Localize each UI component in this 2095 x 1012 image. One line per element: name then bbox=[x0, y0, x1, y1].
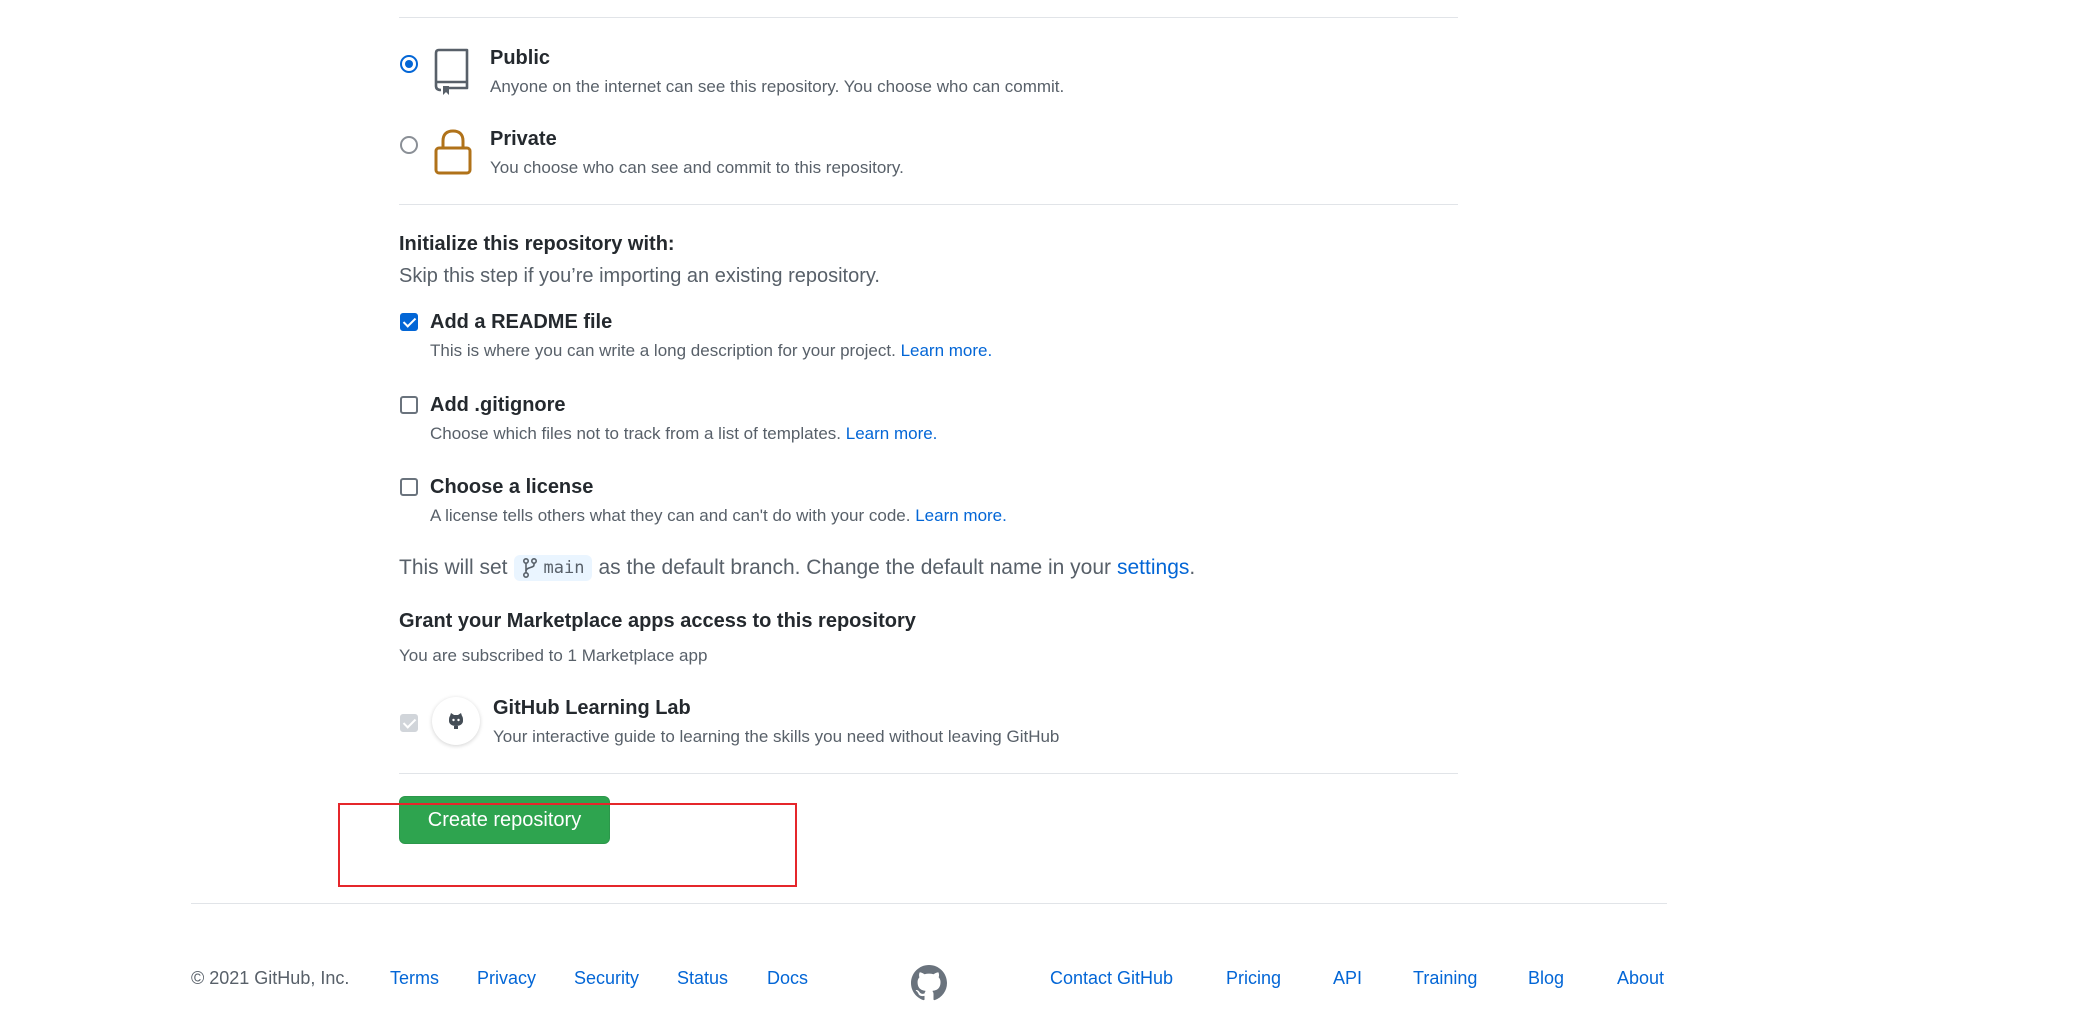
highlight-annotation bbox=[338, 803, 797, 887]
footer-link-status[interactable]: Status bbox=[677, 968, 728, 989]
branch-suffix: as the default branch. Change the defaul… bbox=[598, 556, 1111, 579]
private-title: Private bbox=[490, 128, 557, 150]
gitignore-title[interactable]: Add .gitignore bbox=[430, 394, 566, 417]
lock-icon bbox=[433, 129, 473, 175]
license-description: A license tells others what they can and… bbox=[430, 506, 1007, 526]
readme-title[interactable]: Add a README file bbox=[430, 311, 612, 334]
learning-lab-checkbox bbox=[400, 714, 418, 732]
footer-link-blog[interactable]: Blog bbox=[1528, 968, 1564, 989]
readme-description-text: This is where you can write a long descr… bbox=[430, 341, 896, 360]
learning-lab-description: Your interactive guide to learning the s… bbox=[493, 727, 1060, 746]
license-checkbox[interactable] bbox=[400, 478, 418, 496]
footer-link-terms[interactable]: Terms bbox=[390, 968, 439, 989]
footer-link-contact[interactable]: Contact GitHub bbox=[1050, 968, 1173, 989]
default-branch-note: This will set main as the default branch… bbox=[399, 555, 1195, 581]
github-logo-icon[interactable] bbox=[911, 965, 947, 1001]
gitignore-checkbox[interactable] bbox=[400, 396, 418, 414]
public-description: Anyone on the internet can see this repo… bbox=[490, 77, 1065, 96]
divider-visibility bbox=[399, 204, 1458, 205]
learning-lab-name: GitHub Learning Lab bbox=[493, 697, 691, 719]
octocat-icon bbox=[446, 711, 466, 731]
branch-badge: main bbox=[513, 555, 593, 581]
divider-actions bbox=[399, 773, 1458, 774]
private-radio[interactable] bbox=[400, 136, 418, 154]
gitignore-learn-more-link[interactable]: Learn more. bbox=[846, 424, 938, 443]
branch-prefix: This will set bbox=[399, 556, 508, 579]
marketplace-subheading: You are subscribed to 1 Marketplace app bbox=[399, 646, 708, 665]
settings-link[interactable]: settings bbox=[1117, 556, 1189, 580]
footer-link-about[interactable]: About bbox=[1617, 968, 1664, 989]
public-radio[interactable] bbox=[400, 55, 418, 73]
learning-lab-avatar bbox=[432, 697, 480, 745]
public-title: Public bbox=[490, 47, 551, 69]
git-branch-icon bbox=[522, 558, 538, 578]
footer-link-api[interactable]: API bbox=[1333, 968, 1362, 989]
footer-link-training[interactable]: Training bbox=[1413, 968, 1477, 989]
readme-description: This is where you can write a long descr… bbox=[430, 341, 992, 361]
repo-icon bbox=[433, 48, 471, 96]
footer-link-security[interactable]: Security bbox=[574, 968, 639, 989]
initialize-heading: Initialize this repository with: bbox=[399, 233, 675, 255]
private-description: You choose who can see and commit to thi… bbox=[490, 158, 904, 177]
footer-divider bbox=[191, 903, 1667, 904]
divider-top bbox=[399, 17, 1458, 18]
gitignore-description: Choose which files not to track from a l… bbox=[430, 424, 937, 444]
license-title[interactable]: Choose a license bbox=[430, 476, 593, 499]
footer-link-docs[interactable]: Docs bbox=[767, 968, 808, 989]
page: Public Anyone on the internet can see th… bbox=[0, 0, 2095, 1012]
marketplace-heading: Grant your Marketplace apps access to th… bbox=[399, 610, 916, 632]
readme-checkbox[interactable] bbox=[400, 313, 418, 331]
branch-period: . bbox=[1189, 556, 1196, 579]
license-learn-more-link[interactable]: Learn more. bbox=[915, 506, 1007, 525]
license-description-text: A license tells others what they can and… bbox=[430, 506, 911, 525]
readme-learn-more-link[interactable]: Learn more. bbox=[901, 341, 993, 360]
footer-copyright: © 2021 GitHub, Inc. bbox=[191, 968, 350, 988]
branch-name: main bbox=[543, 558, 585, 578]
footer-link-pricing[interactable]: Pricing bbox=[1226, 968, 1281, 989]
initialize-subheading: Skip this step if you’re importing an ex… bbox=[399, 265, 880, 287]
gitignore-description-text: Choose which files not to track from a l… bbox=[430, 424, 842, 443]
footer-link-privacy[interactable]: Privacy bbox=[477, 968, 536, 989]
